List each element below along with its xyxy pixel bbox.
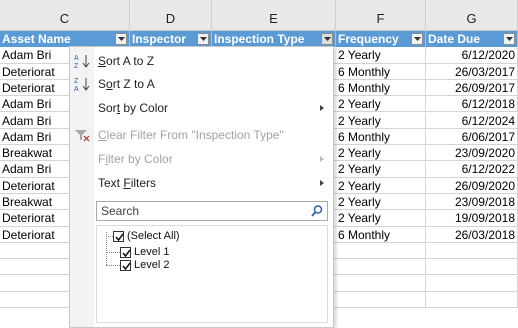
autofilter-menu: A Z Sort A to Z Z A Sort Z to A Sort by …	[69, 46, 334, 328]
cell-frequency[interactable]: 6 Monthly	[336, 226, 426, 243]
header-inspection-type-label: Inspection Type	[214, 32, 305, 46]
filter-dropdown-button[interactable]	[197, 33, 209, 45]
cell-date-due[interactable]: 26/09/2017	[426, 79, 518, 96]
menu-item-sort-a-to-z[interactable]: A Z Sort A to Z	[70, 50, 333, 72]
empty-cell[interactable]	[426, 242, 518, 259]
svg-text:Z: Z	[74, 78, 79, 85]
cell-frequency[interactable]: 2 Yearly	[336, 145, 426, 162]
column-header-c[interactable]: C	[0, 0, 130, 30]
menu-item-filter-by-color[interactable]: Filter by Color	[70, 148, 333, 170]
empty-cell[interactable]	[336, 291, 426, 308]
clear-filter-icon	[74, 127, 92, 150]
cell-date-due[interactable]: 6/12/2018	[426, 96, 518, 113]
cell-frequency[interactable]: 2 Yearly	[336, 96, 426, 113]
empty-cell[interactable]	[336, 259, 426, 276]
svg-text:A: A	[74, 55, 79, 62]
menu-item-sort-by-color[interactable]: Sort by Color	[70, 97, 333, 119]
submenu-arrow-icon	[320, 105, 324, 111]
column-header-g[interactable]: G	[426, 0, 518, 30]
table-header-row: Asset Name Inspector Inspection Type Fre…	[0, 31, 518, 48]
sort-descending-icon: Z A	[74, 76, 92, 99]
dropdown-arrow-icon	[506, 37, 513, 41]
cell-frequency[interactable]: 2 Yearly	[336, 210, 426, 227]
checkmark-icon	[122, 249, 131, 258]
cell-date-due[interactable]: 23/09/2018	[426, 194, 518, 210]
header-inspection-type: Inspection Type	[212, 31, 336, 47]
checkmark-icon	[115, 233, 124, 242]
search-icon	[311, 205, 323, 217]
dropdown-arrow-icon	[118, 37, 125, 41]
header-date-due-label: Date Due	[428, 32, 481, 46]
menu-item-clear-filter[interactable]: Clear Filter From "Inspection Type"	[70, 124, 333, 146]
filter-dropdown-button[interactable]	[115, 33, 127, 45]
dropdown-arrow-icon	[324, 37, 331, 41]
cell-date-due[interactable]: 26/03/2017	[426, 63, 518, 80]
header-frequency: Frequency	[336, 31, 426, 47]
cell-frequency[interactable]: 2 Yearly	[336, 161, 426, 178]
filter-dropdown-button[interactable]	[503, 33, 515, 45]
header-date-due: Date Due	[426, 31, 518, 47]
empty-cell[interactable]	[336, 242, 426, 259]
select-all-label[interactable]: (Select All)	[127, 230, 180, 243]
cell-date-due[interactable]: 6/06/2017	[426, 128, 518, 145]
cell-frequency[interactable]: 6 Monthly	[336, 79, 426, 96]
level-2-checkbox[interactable]	[120, 260, 131, 271]
submenu-arrow-icon	[320, 156, 324, 162]
cell-date-due[interactable]: 6/12/2024	[426, 112, 518, 129]
select-all-checkbox[interactable]	[113, 231, 124, 242]
header-inspector: Inspector	[130, 31, 212, 47]
empty-cell[interactable]	[426, 291, 518, 308]
filter-value-tree: (Select All) Level 1 Level 2	[96, 225, 328, 323]
tree-line	[106, 252, 120, 253]
submenu-arrow-icon	[320, 180, 324, 186]
cell-date-due[interactable]: 6/12/2022	[426, 161, 518, 178]
filter-dropdown-button[interactable]	[411, 33, 423, 45]
menu-item-sort-z-to-a[interactable]: Z A Sort Z to A	[70, 73, 333, 95]
column-header-d[interactable]: D	[130, 0, 212, 30]
header-asset-name: Asset Name	[0, 31, 130, 47]
level-2-label[interactable]: Level 2	[134, 259, 169, 272]
svg-text:Z: Z	[74, 63, 79, 69]
cell-frequency[interactable]: 2 Yearly	[336, 47, 426, 64]
filter-search-input[interactable]: Search	[101, 202, 139, 220]
svg-text:A: A	[74, 86, 79, 92]
cell-frequency[interactable]: 2 Yearly	[336, 112, 426, 129]
dropdown-arrow-icon	[414, 37, 421, 41]
tree-line	[106, 265, 120, 266]
empty-cell[interactable]	[426, 259, 518, 276]
header-asset-name-label: Asset Name	[2, 32, 71, 46]
cell-date-due[interactable]: 6/12/2020	[426, 47, 518, 64]
cell-date-due[interactable]: 26/09/2020	[426, 177, 518, 194]
cell-frequency[interactable]: 2 Yearly	[336, 194, 426, 210]
cell-date-due[interactable]: 19/09/2018	[426, 210, 518, 227]
cell-frequency[interactable]: 6 Monthly	[336, 128, 426, 145]
header-inspector-label: Inspector	[132, 32, 187, 46]
header-frequency-label: Frequency	[338, 32, 399, 46]
cell-date-due[interactable]: 26/03/2018	[426, 226, 518, 243]
cell-frequency[interactable]: 2 Yearly	[336, 177, 426, 194]
filter-search-box[interactable]: Search	[96, 201, 328, 221]
cell-date-due[interactable]: 23/09/2020	[426, 145, 518, 162]
empty-cell[interactable]	[426, 275, 518, 292]
filter-dropdown-button-active[interactable]	[321, 33, 333, 45]
empty-cell[interactable]	[336, 275, 426, 292]
menu-item-text-filters[interactable]: Text Filters	[70, 172, 333, 194]
cell-frequency[interactable]: 6 Monthly	[336, 63, 426, 80]
level-1-checkbox[interactable]	[120, 247, 131, 258]
checkmark-icon	[122, 262, 131, 271]
column-header-e[interactable]: E	[212, 0, 336, 30]
dropdown-arrow-icon	[200, 37, 207, 41]
column-header-bar: C D E F G	[0, 0, 518, 31]
column-header-f[interactable]: F	[336, 0, 426, 30]
tree-line	[106, 236, 113, 237]
level-1-label[interactable]: Level 1	[134, 246, 169, 259]
